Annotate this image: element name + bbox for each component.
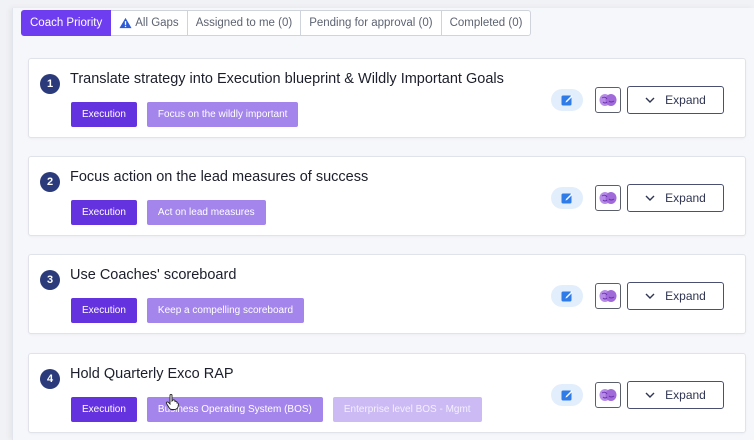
edit-button[interactable]: [551, 187, 583, 209]
edit-button[interactable]: [551, 89, 583, 111]
app-frame: Coach Priority All Gaps Assigned to me (…: [12, 8, 754, 440]
tab-bar: Coach Priority All Gaps Assigned to me (…: [21, 10, 532, 36]
coach-brain-button[interactable]: [595, 185, 621, 211]
brain-icon: [599, 389, 617, 401]
gap-card: 2 Focus action on the lead measures of s…: [28, 156, 746, 236]
coach-brain-button[interactable]: [595, 382, 621, 408]
expand-label: Expand: [665, 93, 706, 107]
expand-label: Expand: [665, 388, 706, 402]
gap-card: 1 Translate strategy into Execution blue…: [28, 58, 746, 138]
tag-list: Execution Keep a compelling scoreboard: [71, 298, 305, 323]
expand-button[interactable]: Expand: [627, 184, 724, 212]
tab-label: Assigned to me (0): [195, 17, 293, 29]
gap-title: Use Coaches' scoreboard: [70, 267, 237, 283]
chevron-down-icon: [645, 392, 655, 398]
tab-coach-priority[interactable]: Coach Priority: [21, 10, 112, 36]
tag-chip: Execution: [71, 298, 137, 323]
gap-title: Translate strategy into Execution bluepr…: [70, 71, 504, 87]
tag-list: Execution Focus on the wildly important: [71, 102, 299, 127]
priority-number-badge: 1: [40, 74, 60, 94]
tab-completed[interactable]: Completed (0): [441, 10, 532, 36]
gap-card: 4 Hold Quarterly Exco RAP Execution Busi…: [28, 353, 746, 433]
tag-chip: Focus on the wildly important: [146, 102, 299, 127]
edit-icon: [561, 291, 573, 302]
brain-icon: [599, 290, 617, 302]
expand-label: Expand: [665, 191, 706, 205]
priority-number-badge: 4: [40, 369, 60, 389]
gap-title: Focus action on the lead measures of suc…: [70, 169, 369, 185]
tab-label: Coach Priority: [30, 17, 103, 29]
edit-icon: [561, 95, 573, 106]
tag-list: Execution Business Operating System (BOS…: [71, 397, 482, 422]
tag-chip: Act on lead measures: [146, 200, 266, 225]
tag-chip: Execution: [71, 397, 137, 422]
chevron-down-icon: [645, 195, 655, 201]
priority-number-badge: 3: [40, 270, 60, 290]
brain-icon: [599, 94, 617, 106]
hand-cursor-icon: [165, 394, 179, 410]
expand-button[interactable]: Expand: [627, 86, 724, 114]
chevron-down-icon: [645, 97, 655, 103]
expand-label: Expand: [665, 289, 706, 303]
edit-icon: [561, 390, 573, 401]
edit-icon: [561, 193, 573, 204]
edit-button[interactable]: [551, 384, 583, 406]
tab-label: Completed (0): [449, 17, 523, 29]
tag-chip: Keep a compelling scoreboard: [146, 298, 305, 323]
tag-list: Execution Act on lead measures: [71, 200, 266, 225]
chevron-down-icon: [645, 293, 655, 299]
tab-assigned-to-me[interactable]: Assigned to me (0): [187, 10, 302, 36]
brain-icon: [599, 192, 617, 204]
coach-brain-button[interactable]: [595, 87, 621, 113]
tab-label: Pending for approval (0): [309, 17, 433, 29]
tab-pending-for-approval[interactable]: Pending for approval (0): [301, 10, 442, 36]
tag-chip: Execution: [71, 102, 137, 127]
gap-card: 3 Use Coaches' scoreboard Execution Keep…: [28, 254, 746, 334]
coach-brain-button[interactable]: [595, 283, 621, 309]
gap-title: Hold Quarterly Exco RAP: [70, 366, 234, 382]
expand-button[interactable]: Expand: [627, 381, 724, 409]
tag-chip: Execution: [71, 200, 137, 225]
warning-icon: [119, 17, 132, 29]
tab-all-gaps[interactable]: All Gaps: [111, 10, 188, 36]
tag-chip: Enterprise level BOS - Mgmt: [332, 397, 482, 422]
edit-button[interactable]: [551, 285, 583, 307]
priority-number-badge: 2: [40, 172, 60, 192]
expand-button[interactable]: Expand: [627, 282, 724, 310]
tab-label: All Gaps: [135, 17, 179, 29]
